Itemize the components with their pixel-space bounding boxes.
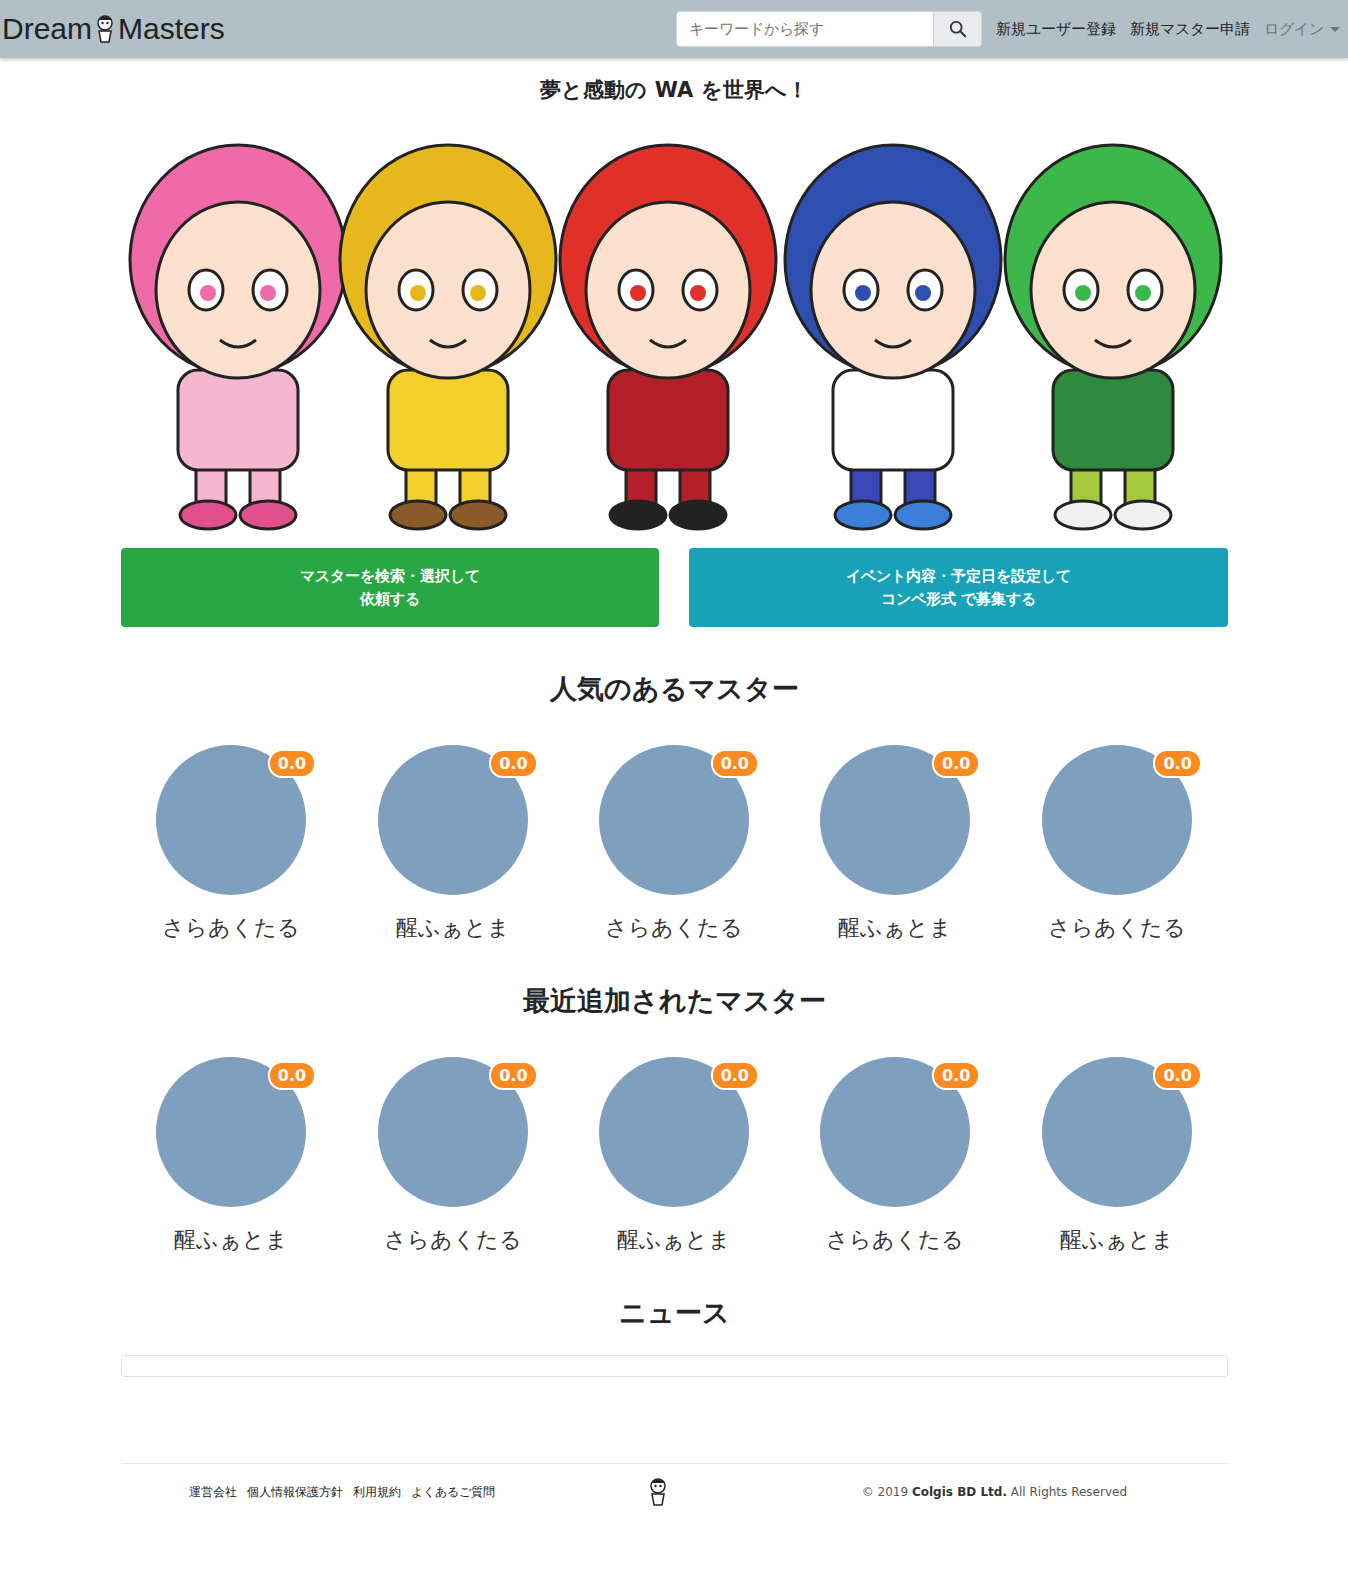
nav-link[interactable]: 新規マスター申請 bbox=[1130, 20, 1250, 39]
action-button[interactable]: イベント内容・予定日を設定してコンペ形式 で募集する bbox=[689, 548, 1228, 627]
character-figure bbox=[560, 145, 776, 529]
section-title: 最近追加されたマスター bbox=[121, 983, 1228, 1019]
master-section: 最近追加されたマスター 0.0 醒ふぁとま 0.0 さらあくたる 0.0 醒ふぁとま 0.0 さ… bbox=[121, 943, 1228, 1255]
logo[interactable]: Dream Masters bbox=[0, 12, 225, 46]
footer-link[interactable]: 運営会社 bbox=[189, 1484, 237, 1501]
master-card[interactable]: 0.0 醒ふぁとま bbox=[563, 1057, 784, 1255]
section-title: ニュース bbox=[121, 1295, 1228, 1331]
master-name: 醒ふぁとま bbox=[838, 913, 952, 943]
tagline: 夢と感動の WA を世界へ！ bbox=[121, 76, 1228, 104]
character-figure bbox=[130, 145, 346, 529]
rating-badge: 0.0 bbox=[711, 749, 759, 778]
logo-text: Dream bbox=[2, 12, 92, 46]
master-name: さらあくたる bbox=[826, 1225, 964, 1255]
master-section: 人気のあるマスター 0.0 さらあくたる 0.0 醒ふぁとま 0.0 さらあくたる 0.0 醒ふ… bbox=[121, 627, 1228, 943]
search-button[interactable] bbox=[934, 11, 982, 47]
character-figure bbox=[785, 145, 1001, 529]
master-name: 醒ふぁとま bbox=[396, 913, 510, 943]
footer-link[interactable]: 個人情報保護方針 bbox=[247, 1484, 343, 1501]
master-name: 醒ふぁとま bbox=[1060, 1225, 1174, 1255]
master-card[interactable]: 0.0 醒ふぁとま bbox=[1006, 1057, 1227, 1255]
master-card[interactable]: 0.0 醒ふぁとま bbox=[342, 745, 563, 943]
rating-badge: 0.0 bbox=[268, 749, 316, 778]
section-title: 人気のあるマスター bbox=[121, 671, 1228, 707]
master-card[interactable]: 0.0 さらあくたる bbox=[785, 1057, 1006, 1255]
news-section: ニュース bbox=[121, 1255, 1228, 1377]
rating-badge: 0.0 bbox=[1153, 1061, 1201, 1090]
master-list: 0.0 醒ふぁとま 0.0 さらあくたる 0.0 醒ふぁとま 0.0 さらあくたる 0.0 醒ふぁ… bbox=[121, 1057, 1228, 1255]
news-list bbox=[121, 1355, 1228, 1377]
nav-link[interactable]: 新規ユーザー登録 bbox=[996, 20, 1116, 39]
master-name: さらあくたる bbox=[1048, 913, 1186, 943]
master-card[interactable]: 0.0 醒ふぁとま bbox=[785, 745, 1006, 943]
logo-text: Masters bbox=[118, 12, 225, 46]
character-figure bbox=[1005, 145, 1221, 529]
rating-badge: 0.0 bbox=[711, 1061, 759, 1090]
page: Dream Masters 新規ユーザー登録新規マスター申請ログイン夢と感動の WA… bbox=[0, 0, 1348, 1574]
master-card[interactable]: 0.0 醒ふぁとま bbox=[121, 1057, 342, 1255]
search-input[interactable] bbox=[676, 11, 934, 47]
navbar: Dream Masters 新規ユーザー登録新規マスター申請ログイン bbox=[0, 0, 1348, 58]
hero-characters-illustration bbox=[121, 140, 1228, 532]
footer: 運営会社個人情報保護方針利用規約よくあるご質問 © 2019 Colgis BD … bbox=[121, 1463, 1227, 1518]
rating-badge: 0.0 bbox=[489, 1061, 537, 1090]
action-buttons: マスターを検索・選択して依頼するイベント内容・予定日を設定してコンペ形式 で募集… bbox=[121, 548, 1228, 627]
master-name: 醒ふぁとま bbox=[174, 1225, 288, 1255]
copyright: © 2019 Colgis BD Ltd. All Rights Reserve… bbox=[670, 1485, 1127, 1499]
master-name: さらあくたる bbox=[605, 913, 743, 943]
magnifier-icon bbox=[949, 20, 967, 38]
mascot-icon bbox=[646, 1476, 670, 1508]
login-dropdown[interactable]: ログイン bbox=[1264, 20, 1340, 39]
main: 夢と感動の WA を世界へ！ マスターを検索・選択して依頼するイベント内容・予定日… bbox=[121, 58, 1228, 1377]
footer-link[interactable]: 利用規約 bbox=[353, 1484, 401, 1501]
action-button[interactable]: マスターを検索・選択して依頼する bbox=[121, 548, 660, 627]
footer-link[interactable]: よくあるご質問 bbox=[411, 1484, 495, 1501]
rating-badge: 0.0 bbox=[1153, 749, 1201, 778]
character-figure bbox=[340, 145, 556, 529]
master-card[interactable]: 0.0 さらあくたる bbox=[121, 745, 342, 943]
caret-icon bbox=[1330, 27, 1340, 32]
master-name: 醒ふぁとま bbox=[617, 1225, 731, 1255]
rating-badge: 0.0 bbox=[268, 1061, 316, 1090]
master-card[interactable]: 0.0 さらあくたる bbox=[1006, 745, 1227, 943]
master-card[interactable]: 0.0 さらあくたる bbox=[342, 1057, 563, 1255]
rating-badge: 0.0 bbox=[489, 749, 537, 778]
search bbox=[676, 11, 982, 47]
master-name: さらあくたる bbox=[162, 913, 300, 943]
master-name: さらあくたる bbox=[384, 1225, 522, 1255]
master-card[interactable]: 0.0 さらあくたる bbox=[563, 745, 784, 943]
mascot-icon bbox=[93, 13, 117, 45]
master-list: 0.0 さらあくたる 0.0 醒ふぁとま 0.0 さらあくたる 0.0 醒ふぁとま 0.0 さらあ… bbox=[121, 745, 1228, 943]
rating-badge: 0.0 bbox=[932, 749, 980, 778]
rating-badge: 0.0 bbox=[932, 1061, 980, 1090]
